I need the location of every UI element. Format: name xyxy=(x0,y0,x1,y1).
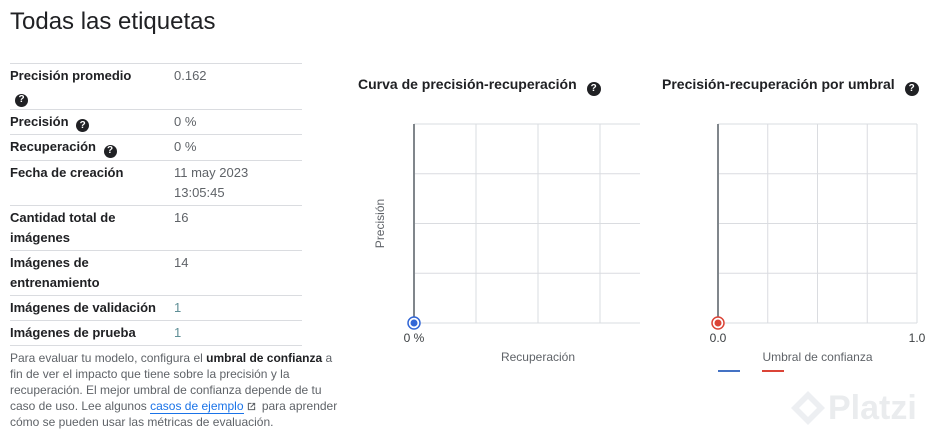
metric-row: Cantidad total de imágenes 16 xyxy=(10,204,302,250)
pr-curve-title-text: Curva de precisión-recuperación xyxy=(358,76,577,92)
pr-curve-chart: 0 %100 %RecuperaciónPrecisión xyxy=(373,123,640,364)
metric-value: 16 xyxy=(174,209,189,225)
help-icon[interactable]: ? xyxy=(904,82,919,96)
legend-swatch-precision xyxy=(718,370,740,372)
metric-value: 11 may 2023 13:05:45 xyxy=(174,164,249,200)
note-bold: umbral de confianza xyxy=(206,351,323,365)
pr-threshold-chart: 0.0 1.0 Umbral de confianza xyxy=(710,123,926,364)
metrics-table: Precisión promedio ? 0.162 Precisión ? 0… xyxy=(10,63,302,346)
x-tick-label: 0.0 xyxy=(710,331,727,345)
page-title: Todas las etiquetas xyxy=(10,8,216,35)
watermark-text: Platzi xyxy=(828,388,917,427)
metric-value: 0 % xyxy=(174,139,197,154)
platzi-logo-icon xyxy=(791,391,825,425)
metric-row: Precisión promedio ? 0.162 xyxy=(10,63,302,109)
x-axis-label: Umbral de confianza xyxy=(762,350,872,364)
metric-label: Fecha de creación xyxy=(10,164,124,180)
help-icon[interactable]: ? xyxy=(103,144,117,158)
metric-label: Recuperación ? xyxy=(10,137,174,158)
help-icon[interactable]: ? xyxy=(76,119,90,132)
metric-label: Precisión promedio ? xyxy=(10,66,174,107)
y-axis-label: Precisión xyxy=(373,199,387,248)
external-link-icon xyxy=(247,402,255,411)
chart-legend xyxy=(718,370,784,372)
metric-label: Imágenes de validación xyxy=(10,299,156,315)
metric-row: Precisión ? 0 % xyxy=(10,108,302,135)
metric-value: 0 % xyxy=(174,113,197,129)
metric-row: Fecha de creación 11 may 2023 13:05:45 xyxy=(10,159,302,205)
x-axis-label: Recuperación xyxy=(501,350,575,364)
metric-row: Recuperación ? 0 % xyxy=(10,134,302,160)
metric-label: Precisión ? xyxy=(10,112,174,132)
test-images-link[interactable]: 1 xyxy=(174,323,302,343)
help-icon[interactable]: ? xyxy=(15,93,28,107)
metric-value: 14 xyxy=(174,254,189,270)
metric-row: Imágenes de validación 1 xyxy=(10,294,302,320)
legend-swatch-recall xyxy=(762,370,784,372)
metric-row: Imágenes de prueba 1 xyxy=(10,319,302,346)
pr-threshold-title-text: Precisión-recuperación por umbral xyxy=(662,76,895,92)
pr-threshold-title: Precisión-recuperación por umbral? xyxy=(662,76,919,96)
data-point xyxy=(410,319,418,327)
metric-label-text: Recuperación xyxy=(10,139,96,154)
help-icon[interactable]: ? xyxy=(586,82,601,96)
metric-label-text: Precisión xyxy=(10,113,69,129)
validation-images-link[interactable]: 1 xyxy=(174,298,302,318)
x-tick-label: 1.0 xyxy=(909,331,926,345)
metric-label: Imágenes de entrenamiento xyxy=(10,254,100,290)
metric-label-text: Precisión promedio xyxy=(10,68,132,83)
data-point xyxy=(714,319,722,327)
example-cases-link[interactable]: casos de ejemplo xyxy=(150,399,244,414)
metric-label: Imágenes de prueba xyxy=(10,324,136,340)
x-tick-label: 0 % xyxy=(404,331,425,345)
metric-row: Imágenes de entrenamiento 14 xyxy=(10,249,302,295)
evaluation-note: Para evaluar tu modelo, configura el umb… xyxy=(10,350,340,430)
pr-curve-title: Curva de precisión-recuperación? xyxy=(358,76,601,96)
platzi-watermark: Platzi xyxy=(788,388,917,428)
note-text: Para evaluar tu modelo, configura el xyxy=(10,351,207,365)
metric-value: 0.162 xyxy=(174,68,207,83)
metric-label: Cantidad total de imágenes xyxy=(10,209,116,245)
